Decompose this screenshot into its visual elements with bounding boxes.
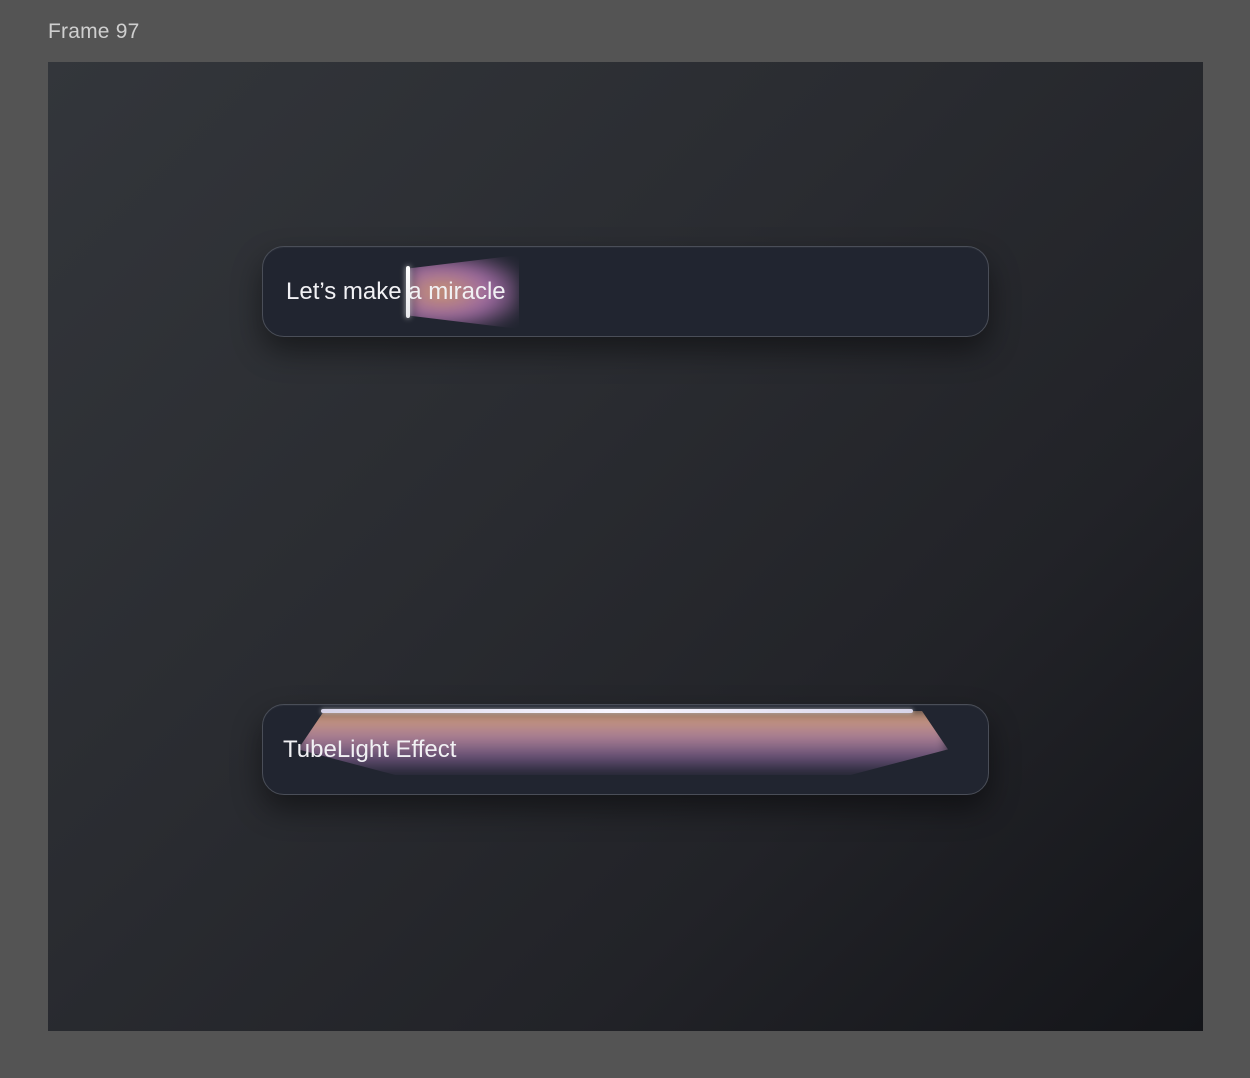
miracle-text: Let’s make a miracle xyxy=(286,278,506,305)
tubelight-text-field[interactable]: TubeLight Effect xyxy=(262,704,989,795)
frame-label[interactable]: Frame 97 xyxy=(48,20,139,44)
text-cursor xyxy=(406,266,410,318)
tube-light-bar xyxy=(321,709,913,713)
design-frame: Let’s make a miracle TubeLight Effect xyxy=(48,62,1203,1031)
tubelight-text: TubeLight Effect xyxy=(283,736,457,763)
miracle-text-field[interactable]: Let’s make a miracle xyxy=(262,246,989,337)
